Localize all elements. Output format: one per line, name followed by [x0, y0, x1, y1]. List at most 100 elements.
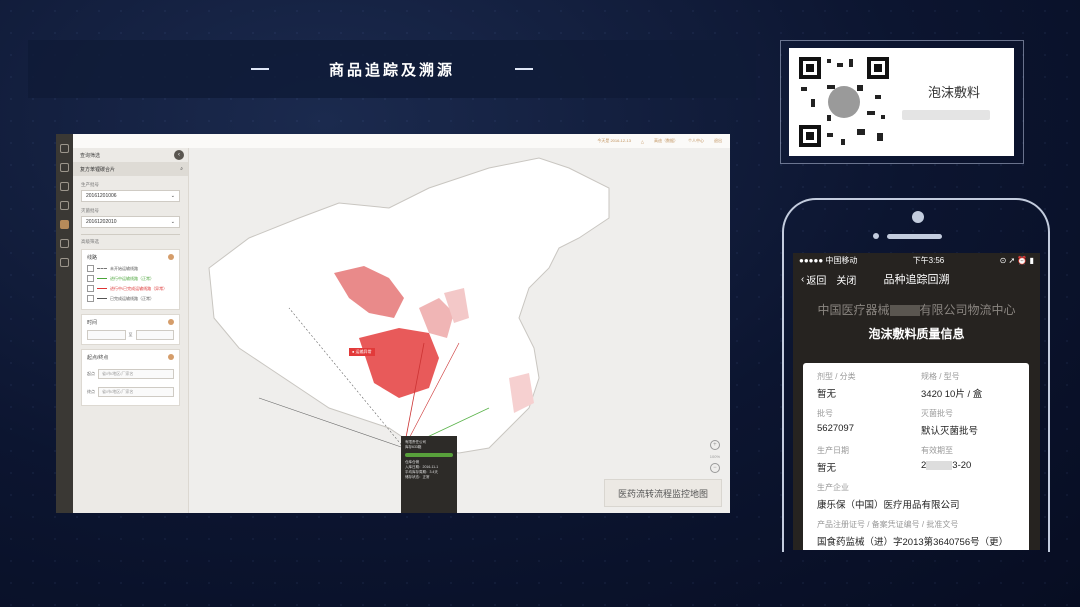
checkbox[interactable]: [87, 265, 94, 272]
qr-product-name: 泡沫敷料: [927, 85, 980, 100]
chevron-down-icon: ⌄: [170, 193, 175, 199]
popup-stock: 库存633箱: [405, 445, 422, 449]
destination-input[interactable]: 省/市/地区/厂家名: [98, 387, 174, 397]
search-icon[interactable]: ⌕: [180, 166, 183, 172]
origin-card: 起点/终点 起点 省/市/地区/厂家名 终点 省/市/地区/厂家名: [81, 349, 180, 406]
logout-link[interactable]: 退出: [714, 138, 722, 144]
redacted-block: [889, 305, 920, 317]
route-option-label: 进行中运输线路（正常）: [110, 275, 154, 281]
red-line-icon: [97, 288, 107, 289]
chevron-down-icon: ⌄: [170, 219, 175, 225]
zoom-in-icon[interactable]: +: [709, 440, 720, 450]
company-suffix: 有限公司物流中心: [919, 303, 1016, 317]
chevron-left-icon: ‹: [801, 273, 805, 285]
chart-icon[interactable]: [60, 201, 69, 210]
sensor-dot: [873, 233, 879, 239]
china-map[interactable]: ● 运输异常 有限责任公司 库存633箱 仓库仓储 入库日期：2016-11-1…: [189, 148, 730, 513]
field-expiry: 有效期至 2 3-20: [921, 445, 1015, 482]
nav-title: 品种追踪回溯: [883, 274, 950, 286]
title-dash-left: [250, 68, 269, 70]
production-batch-label: 生产批号: [81, 182, 99, 187]
origin-label: 起点: [87, 371, 95, 376]
route-option[interactable]: 已完成运输线路（正常）: [87, 295, 174, 302]
top-bar: 今天是 2016-12-13 △ 高迪（数据） 个人中心 退出: [73, 134, 730, 149]
sterile-batch-field: 灭菌批号 20161202010 ⌄: [81, 208, 180, 228]
checkbox[interactable]: [87, 295, 94, 302]
abnormal-tag[interactable]: ● 运输异常: [349, 348, 375, 356]
desktop-app-window: 今天是 2016-12-13 △ 高迪（数据） 个人中心 退出 查询筛选 ‹ 复…: [56, 134, 730, 513]
sterile-batch-select[interactable]: 20161202010 ⌄: [81, 216, 180, 228]
zoom-control: + 100% −: [710, 440, 720, 473]
field-value: 康乐保（中国）医疗用品有限公司: [817, 500, 960, 511]
route-option[interactable]: 未开始运输线路: [87, 265, 174, 272]
sidebar-header: 查询筛选 ‹: [73, 148, 188, 162]
product-search[interactable]: 复方苯锂碳合片 ⌕: [73, 162, 188, 176]
field-value: 暂无: [817, 389, 837, 400]
field-value: 国食药监械（进）字2013第3640756号（更）: [817, 537, 1009, 548]
sterile-batch-label: 灭菌批号: [81, 208, 99, 213]
dashed-line-icon: [97, 268, 107, 269]
sidebar-title: 查询筛选: [80, 152, 101, 159]
collapse-dot-icon[interactable]: [168, 254, 174, 260]
origin-card-title: 起点/终点: [87, 355, 109, 361]
field-manufacturer: 生产企业康乐保（中国）医疗用品有限公司: [817, 482, 1015, 519]
info-grid: 剂型 / 分类 暂无 规格 / 型号 3420 10片 / 盒 批号 5627097 …: [817, 371, 1015, 482]
field-key: 生产日期: [817, 446, 849, 455]
slide-title: 商品追踪及溯源: [328, 61, 455, 79]
bell-icon[interactable]: △: [641, 139, 644, 144]
company-prefix: 中国医疗器械: [817, 303, 890, 317]
collapse-dot-icon[interactable]: [168, 319, 174, 325]
settings-icon[interactable]: [60, 258, 69, 267]
green-line-icon: [97, 278, 107, 279]
back-label: 返回: [806, 275, 827, 287]
back-button[interactable]: ‹ 返回: [801, 272, 826, 287]
zoom-out-icon[interactable]: −: [709, 463, 720, 473]
quality-title: 泡沫敷料质量信息: [868, 327, 965, 341]
redacted-block: [926, 460, 953, 470]
zoom-level: 100%: [709, 454, 720, 459]
time-range: 至: [87, 330, 174, 340]
start-date-input[interactable]: [87, 330, 126, 340]
time-card-title: 时间: [87, 320, 98, 326]
map-nav-icon[interactable]: [60, 220, 69, 229]
advanced-filter-title: 高级筛选: [81, 234, 180, 245]
origin-input[interactable]: 省/市/地区/厂家名: [98, 369, 174, 379]
close-button[interactable]: 关闭: [836, 272, 856, 287]
hero-section: 中国医疗器械 有限公司物流中心 泡沫敷料质量信息: [793, 291, 1040, 371]
time-card: 时间 至: [81, 314, 180, 345]
production-batch-select[interactable]: 20161201006 ⌄: [81, 190, 180, 202]
sterile-batch-value: 20161202010: [86, 219, 117, 225]
home-icon[interactable]: [60, 163, 69, 172]
carrier-text: ●●●●● 中国移动: [799, 255, 858, 265]
users-icon[interactable]: [60, 239, 69, 248]
collapse-icon[interactable]: ‹: [174, 150, 184, 160]
checkbox[interactable]: [87, 285, 94, 292]
document-icon[interactable]: [60, 182, 69, 191]
route-option[interactable]: 进行中/已完成运输线路（异常）: [87, 285, 174, 292]
field-batch: 批号 5627097: [817, 408, 911, 445]
quality-info-sheet: 剂型 / 分类 暂无 规格 / 型号 3420 10片 / 盒 批号 5627097 …: [803, 363, 1029, 550]
field-value: 3420 10片 / 盒: [921, 389, 983, 400]
qr-blurred-subtitle: [902, 110, 990, 120]
field-key: 产品注册证号 / 备案凭证编号 / 批准文号: [817, 520, 959, 529]
field-key: 批号: [817, 409, 833, 418]
checkbox[interactable]: [87, 275, 94, 282]
battery-icon: ⊙ ➚ ⏰ ▮: [999, 255, 1034, 265]
popup-status: 储存状态：正常: [405, 475, 430, 479]
title-dash-right: [515, 68, 533, 70]
field-key: 生产企业: [817, 483, 849, 492]
dark-line-icon: [97, 298, 107, 299]
nav-bar: ‹ 返回 关闭 品种追踪回溯: [793, 267, 1040, 291]
profile-link[interactable]: 个人中心: [688, 138, 704, 144]
user-name[interactable]: 高迪（数据）: [654, 138, 678, 144]
map-overlay-label: 医药流转流程监控地图: [604, 479, 722, 507]
field-key: 灭菌批号: [921, 409, 953, 418]
expiry-suffix: 3-20: [952, 460, 972, 471]
field-spec: 规格 / 型号 3420 10片 / 盒: [921, 371, 1015, 408]
production-batch-value: 20161201006: [86, 193, 117, 199]
route-card: 线路 未开始运输线路 进行中运输线路（正常） 进行中/已完成运输线路（异常） 已…: [81, 249, 180, 310]
collapse-dot-icon[interactable]: [168, 354, 174, 360]
route-option[interactable]: 进行中运输线路（正常）: [87, 275, 174, 282]
field-key: 有效期至: [921, 446, 953, 455]
end-date-input[interactable]: [135, 330, 174, 340]
